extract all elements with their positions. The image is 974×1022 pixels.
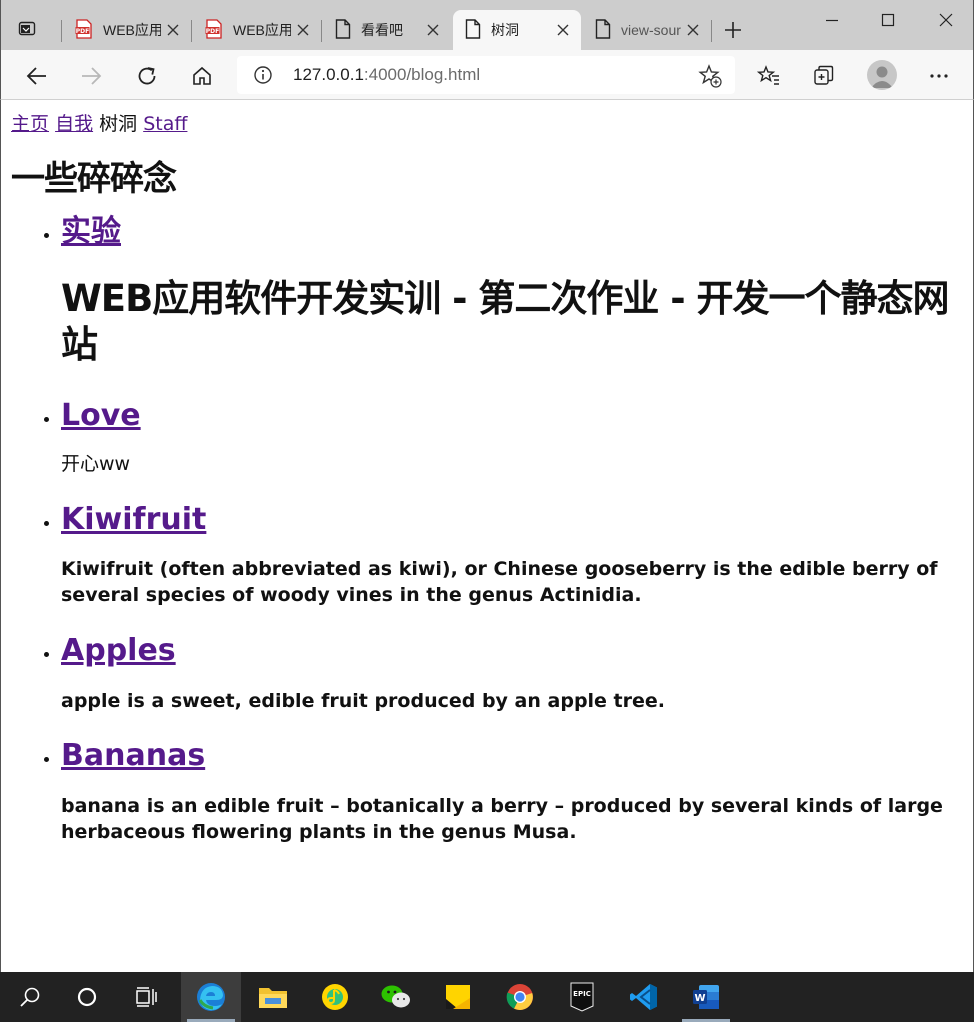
add-favorite-icon[interactable] (697, 63, 723, 89)
post-title: 实验 (61, 212, 973, 252)
post-excerpt: Kiwifruit (often abbreviated as kiwi), o… (61, 558, 938, 606)
post-link[interactable]: Love (61, 398, 141, 433)
info-icon[interactable] (251, 63, 275, 87)
post-link[interactable]: 实验 (61, 214, 121, 249)
post-link[interactable]: Apples (61, 633, 176, 668)
page-icon (335, 18, 351, 42)
minimize-icon[interactable] (809, 6, 855, 34)
tab-title: WEB应用软件开发实训 (233, 22, 291, 38)
list-item: Apples apple is a sweet, edible fruit pr… (61, 631, 973, 714)
pdf-icon: PDF (205, 18, 223, 42)
tab-pdf-2[interactable]: PDF WEB应用软件开发实训 (193, 10, 321, 50)
tab-strip: PDF WEB应用软件开发实训 PDF WEB应用软件开发实训 看看吧 树洞 v… (0, 0, 974, 50)
edge-icon[interactable] (181, 972, 241, 1022)
tab-page-shudong[interactable]: 树洞 (453, 10, 581, 50)
post-list: 实验 WEB应用软件开发实训 - 第二次作业 - 开发一个静态网站 Love 开… (11, 212, 973, 845)
cortana-icon[interactable] (57, 972, 117, 1022)
svg-text:PDF: PDF (206, 28, 219, 35)
sticky-notes-icon[interactable] (428, 972, 488, 1022)
address-bar[interactable]: 127.0.0.1:4000/blog.html (237, 56, 735, 94)
url-path: :4000/blog.html (363, 65, 481, 84)
vscode-icon[interactable] (614, 972, 674, 1022)
pdf-icon: PDF (75, 18, 93, 42)
post-excerpt: apple is a sweet, edible fruit produced … (61, 690, 666, 712)
more-options-icon[interactable] (923, 60, 955, 92)
new-tab-icon[interactable] (719, 16, 747, 44)
close-icon[interactable] (421, 18, 445, 42)
page-icon (595, 18, 611, 42)
tab-title: 树洞 (491, 22, 519, 38)
profile-avatar[interactable] (867, 60, 897, 90)
list-item: Bananas banana is an edible fruit – bota… (61, 736, 973, 845)
post-link[interactable]: Kiwifruit (61, 502, 206, 537)
home-icon[interactable] (186, 60, 218, 92)
forward-icon[interactable] (75, 60, 107, 92)
epic-label: EPIC (573, 990, 591, 998)
back-icon[interactable] (21, 60, 53, 92)
url-host: 127.0.0.1 (293, 65, 364, 84)
search-icon[interactable] (0, 972, 60, 1022)
word-label: W (694, 993, 705, 1004)
close-icon[interactable] (681, 18, 705, 42)
window-close-icon[interactable] (923, 6, 969, 34)
page-title: 一些碎碎念 (11, 159, 177, 199)
task-view-icon[interactable] (116, 972, 176, 1022)
wechat-icon[interactable] (366, 972, 426, 1022)
post-title: Kiwifruit (61, 500, 973, 540)
list-item: Love 开心ww (61, 396, 973, 477)
list-item: 实验 WEB应用软件开发实训 - 第二次作业 - 开发一个静态网站 (61, 212, 973, 368)
url-text[interactable]: 127.0.0.1:4000/blog.html (293, 65, 480, 85)
chrome-icon[interactable] (490, 972, 550, 1022)
tab-actions-icon[interactable] (13, 14, 41, 42)
word-icon[interactable]: W (676, 972, 736, 1022)
tab-title: view-source (621, 22, 681, 38)
post-link[interactable]: Bananas (61, 738, 205, 773)
tab-page-kankanba[interactable]: 看看吧 (323, 10, 451, 50)
nav-link-self[interactable]: 自我 (55, 113, 93, 135)
taskbar: EPIC W (0, 972, 974, 1022)
svg-text:PDF: PDF (76, 28, 89, 35)
post-title: Bananas (61, 736, 973, 776)
post-excerpt: WEB应用软件开发实训 - 第二次作业 - 开发一个静态网站 (61, 277, 950, 366)
nav-current-page: 树洞 (99, 113, 138, 135)
nav-link-staff[interactable]: Staff (143, 113, 187, 135)
refresh-icon[interactable] (131, 60, 163, 92)
close-icon[interactable] (161, 18, 185, 42)
page-viewport: 主页 自我 树洞 Staff 一些碎碎念 实验 WEB应用软件开发实训 - 第二… (0, 100, 974, 972)
list-item: Kiwifruit Kiwifruit (often abbreviated a… (61, 500, 973, 608)
page-icon (465, 18, 481, 42)
close-icon[interactable] (551, 18, 575, 42)
post-excerpt: 开心ww (61, 453, 131, 475)
tab-view-source[interactable]: view-source (583, 10, 711, 50)
nav-link-home[interactable]: 主页 (11, 113, 49, 135)
favorites-icon[interactable] (753, 60, 785, 92)
post-title: Apples (61, 631, 973, 671)
post-excerpt: banana is an edible fruit – botanically … (61, 795, 943, 843)
tab-title: 看看吧 (361, 22, 403, 38)
tab-title: WEB应用软件开发实训 (103, 22, 161, 38)
epic-games-icon[interactable]: EPIC (552, 972, 612, 1022)
collections-icon[interactable] (808, 60, 840, 92)
toolbar: 127.0.0.1:4000/blog.html (0, 50, 974, 100)
maximize-icon[interactable] (865, 6, 911, 34)
close-icon[interactable] (291, 18, 315, 42)
qq-music-icon[interactable] (305, 972, 365, 1022)
site-nav: 主页 自我 树洞 Staff (11, 112, 973, 136)
post-title: Love (61, 396, 973, 436)
tab-pdf-1[interactable]: PDF WEB应用软件开发实训 (63, 10, 191, 50)
file-explorer-icon[interactable] (243, 972, 303, 1022)
